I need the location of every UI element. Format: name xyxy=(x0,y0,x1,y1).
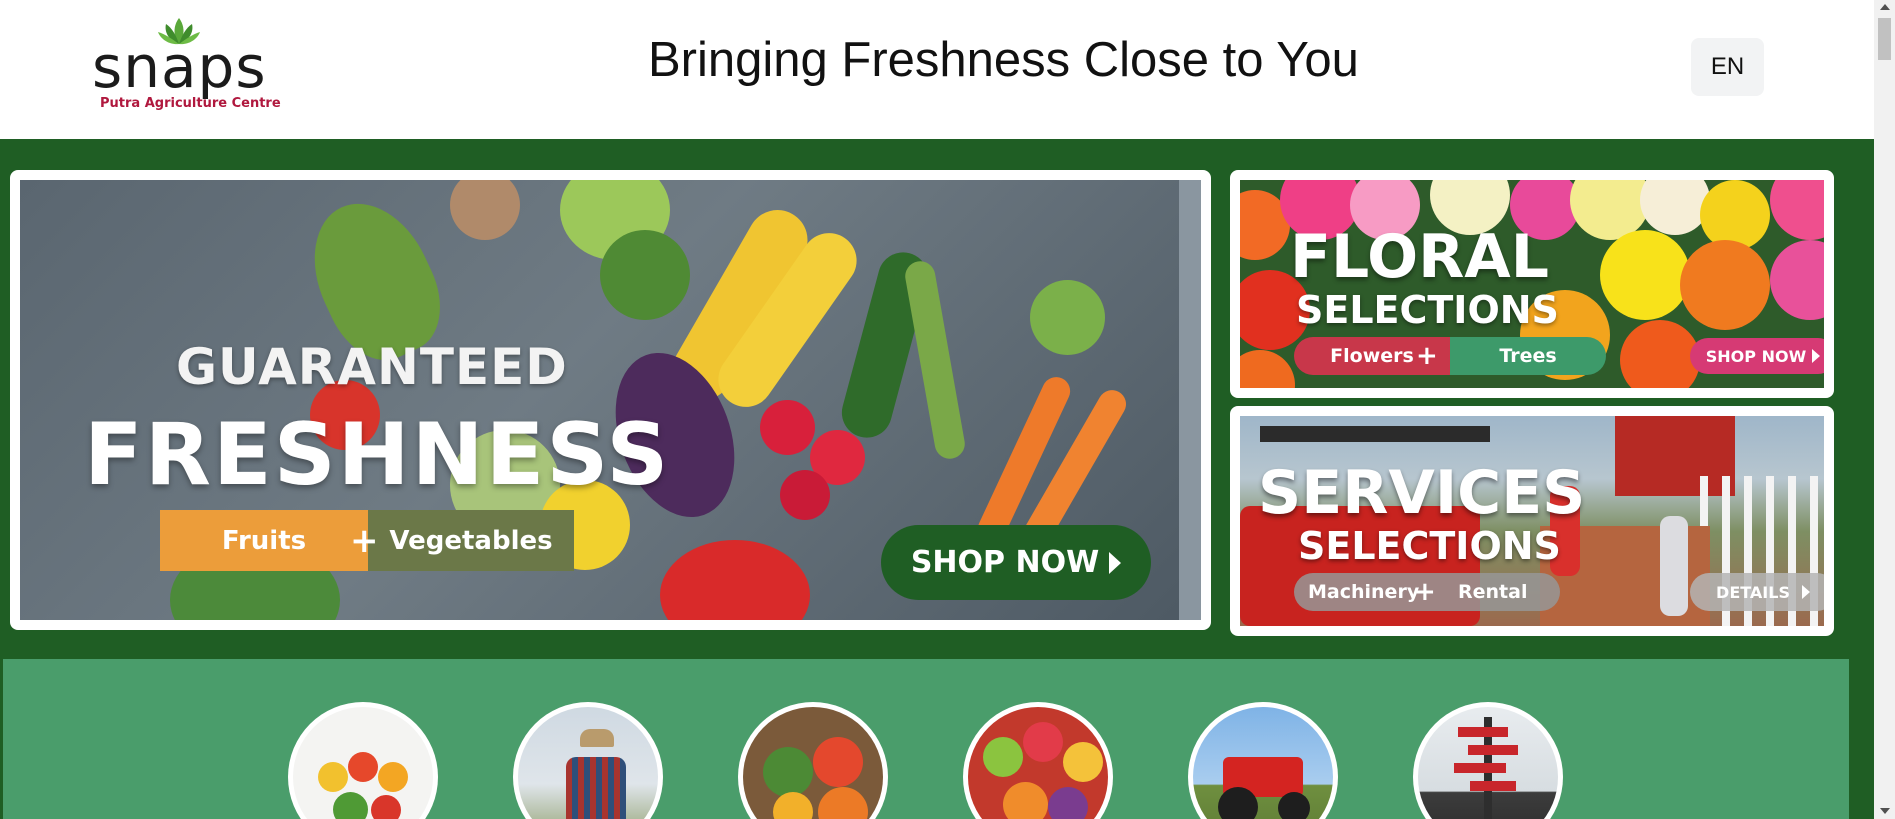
scroll-down-arrow-icon[interactable] xyxy=(1880,808,1890,814)
floral-headline-large: FLORAL xyxy=(1290,222,1549,292)
fruits-vegetables-image xyxy=(293,707,433,819)
rental-tag: Rental xyxy=(1458,581,1528,603)
floral-tags: Flowers Trees xyxy=(1294,337,1606,375)
scroll-up-arrow-icon[interactable] xyxy=(1880,4,1890,10)
play-arrow-icon xyxy=(1801,585,1810,599)
vegetable-basket-image xyxy=(743,707,883,819)
freshness-banner[interactable]: GUARANTEED FRESHNESS Fruits Vegetables +… xyxy=(10,170,1211,630)
plus-icon: + xyxy=(1416,341,1438,371)
site-header: snaps Putra Agriculture Centre Bringing … xyxy=(0,0,1874,139)
vegetables-tag: Vegetables xyxy=(368,510,574,571)
logo-wordmark: snaps xyxy=(92,33,267,101)
fruit-assortment-image xyxy=(968,707,1108,819)
category-vegetables[interactable] xyxy=(738,702,888,819)
category-fruits-vegetables[interactable] xyxy=(288,702,438,819)
services-details-label: DETAILS xyxy=(1716,582,1790,602)
signpost-image xyxy=(1418,707,1558,819)
play-arrow-icon xyxy=(1812,349,1821,363)
plus-icon: + xyxy=(1414,577,1436,607)
farmer-tablet-image xyxy=(518,707,658,819)
scrollbar-thumb[interactable] xyxy=(1878,18,1891,60)
red-tractor-image xyxy=(1193,707,1333,819)
services-details-button[interactable]: DETAILS xyxy=(1690,573,1824,611)
play-arrow-icon xyxy=(1109,551,1122,574)
floral-headline-small: SELECTIONS xyxy=(1296,288,1559,332)
services-headline-small: SELECTIONS xyxy=(1298,524,1561,568)
category-fruits[interactable] xyxy=(963,702,1113,819)
language-button[interactable]: EN xyxy=(1691,38,1764,96)
services-headline-large: SERVICES xyxy=(1258,458,1586,528)
banner-headline-large: FRESHNESS xyxy=(84,405,671,505)
machinery-tag: Machinery xyxy=(1308,581,1420,603)
floral-banner[interactable]: FLORAL SELECTIONS Flowers Trees + SHOP N… xyxy=(1230,170,1834,398)
logo-subtitle: Putra Agriculture Centre xyxy=(100,96,281,111)
shop-now-button[interactable]: SHOP NOW xyxy=(881,525,1151,600)
hero-section: GUARANTEED FRESHNESS Fruits Vegetables +… xyxy=(0,139,1874,819)
trees-tag: Trees xyxy=(1450,337,1606,375)
category-signage[interactable] xyxy=(1413,702,1563,819)
category-machinery[interactable] xyxy=(1188,702,1338,819)
floral-shop-now-button[interactable]: SHOP NOW xyxy=(1690,338,1824,374)
category-strip xyxy=(3,659,1849,819)
services-tags: Machinery + Rental xyxy=(1294,573,1560,611)
plus-icon: + xyxy=(350,520,379,561)
fruits-tag: Fruits xyxy=(160,510,368,571)
floral-shop-now-label: SHOP NOW xyxy=(1705,346,1807,366)
category-farmer[interactable] xyxy=(513,702,663,819)
shop-now-label: SHOP NOW xyxy=(910,545,1100,580)
snaps-logo[interactable]: snaps Putra Agriculture Centre xyxy=(92,16,282,116)
banner-headline-small: GUARANTEED xyxy=(176,338,568,396)
page-tagline: Bringing Freshness Close to You xyxy=(648,33,1359,87)
services-banner[interactable]: SERVICES SELECTIONS Machinery + Rental D… xyxy=(1230,406,1834,636)
page-scrollbar[interactable] xyxy=(1874,0,1895,819)
